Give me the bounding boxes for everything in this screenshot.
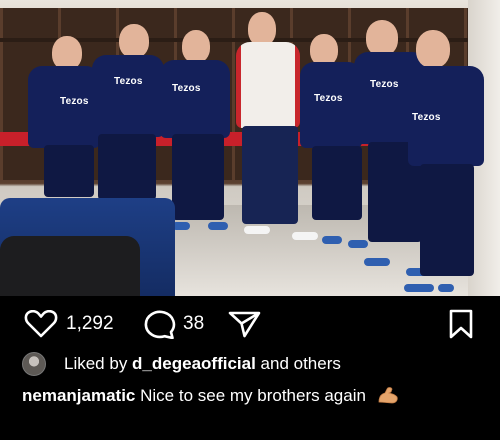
comment-count[interactable]: 38 [183,313,204,335]
liked-by-suffix[interactable]: and others [256,354,341,373]
sponsor-text: Tezos [370,79,399,90]
caption: nemanjamatic Nice to see my brothers aga… [22,384,482,408]
send-icon[interactable] [228,310,262,338]
bookmark-icon[interactable] [448,309,474,339]
comment-icon[interactable] [142,309,176,339]
sponsor-text: Tezos [314,93,343,104]
like-count[interactable]: 1,292 [66,313,114,335]
sponsor-text: Tezos [412,112,441,123]
flexed-biceps-emoji [378,387,398,404]
liked-by-prefix: Liked by [64,354,133,373]
heart-icon[interactable] [24,310,58,338]
caption-text: Nice to see my brothers again [135,386,366,405]
sponsor-text: Tezos [60,96,89,107]
post-photo[interactable]: Tezos Tezos Tezos Tezos Tezos Tezos [0,0,500,296]
liked-by-row[interactable]: Liked by d_degeaofficial and others [22,350,492,376]
sponsor-text: Tezos [114,76,143,87]
caption-author[interactable]: nemanjamatic [22,386,135,405]
liked-by-username[interactable]: d_degeaofficial [132,354,256,373]
black-bag [0,236,140,296]
sponsor-text: Tezos [172,83,201,94]
liked-by-text: Liked by d_degeaofficial and others [64,354,341,374]
avatar[interactable] [22,352,46,376]
